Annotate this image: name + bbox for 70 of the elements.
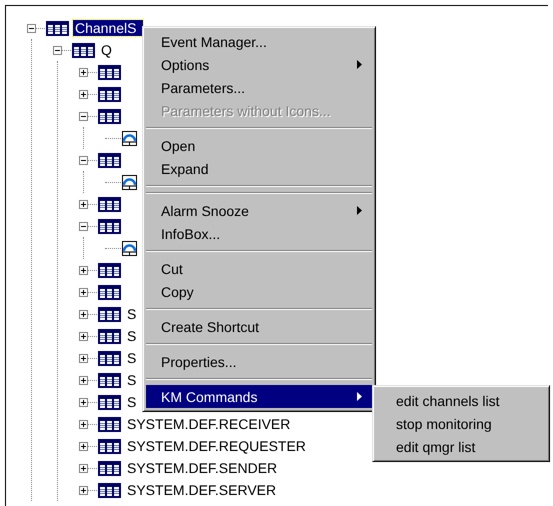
tree-item-label[interactable]: Q — [99, 42, 114, 58]
tree-item-label[interactable]: ChannelS — [73, 20, 142, 36]
tree-item-label[interactable]: SYSTEM.DEF.SENDER — [125, 460, 280, 476]
menu-item[interactable]: Properties... — [146, 350, 372, 373]
table-icon — [72, 42, 95, 58]
expand-icon[interactable] — [79, 266, 88, 274]
tree-item-label[interactable]: SYSTEM.DEF.SERVER — [125, 482, 278, 498]
tree-item-label[interactable]: S — [125, 328, 138, 344]
tree-item-label[interactable]: S — [125, 394, 138, 410]
expand-icon[interactable] — [79, 332, 88, 340]
tree-item-label[interactable]: S — [125, 350, 138, 366]
table-icon — [98, 460, 121, 476]
table-icon — [98, 86, 121, 102]
submenu-arrow-icon — [357, 60, 362, 69]
menu-item[interactable]: edit channels list — [376, 389, 546, 412]
table-icon — [98, 482, 121, 498]
menu-item[interactable]: edit qmgr list — [376, 435, 546, 458]
menu-item[interactable]: Copy — [146, 280, 372, 303]
table-icon — [98, 438, 121, 454]
menu-item[interactable]: Event Manager... — [146, 30, 372, 53]
menu-item[interactable]: stop monitoring — [376, 412, 546, 435]
menu-item[interactable]: Options — [146, 53, 372, 76]
table-icon — [98, 350, 121, 366]
expand-icon[interactable] — [79, 90, 88, 98]
menu-item[interactable]: Alarm Snooze — [146, 199, 372, 222]
expand-icon[interactable] — [79, 420, 88, 428]
menu-item[interactable]: Parameters... — [146, 76, 372, 99]
submenu-arrow-icon — [357, 206, 362, 215]
menu-item[interactable]: InfoBox... — [146, 222, 372, 245]
expand-icon[interactable] — [79, 486, 88, 494]
table-icon — [98, 306, 121, 322]
collapse-icon[interactable] — [79, 222, 88, 230]
tree-item-label[interactable]: S — [125, 306, 138, 322]
table-icon — [98, 416, 121, 432]
expand-icon[interactable] — [79, 68, 88, 76]
table-icon — [98, 284, 121, 300]
expand-icon[interactable] — [79, 442, 88, 450]
expand-icon[interactable] — [79, 354, 88, 362]
table-icon — [98, 394, 121, 410]
table-icon — [98, 64, 121, 80]
menu-item[interactable]: Cut — [146, 257, 372, 280]
tree-item-label[interactable]: SYSTEM.DEF.REQUESTER — [125, 438, 308, 454]
table-icon — [98, 328, 121, 344]
expand-icon[interactable] — [79, 398, 88, 406]
expand-icon[interactable] — [79, 200, 88, 208]
table-icon — [98, 108, 121, 124]
menu-item[interactable]: Open — [146, 134, 372, 157]
table-icon — [98, 372, 121, 388]
gauge-icon — [122, 130, 137, 146]
gauge-icon — [122, 240, 137, 256]
expand-icon[interactable] — [79, 288, 88, 296]
table-icon — [98, 262, 121, 278]
expand-icon[interactable] — [79, 310, 88, 318]
tree-item-label[interactable]: S — [125, 372, 138, 388]
submenu-arrow-icon — [357, 392, 362, 401]
tree-item-label[interactable]: SYSTEM.DEF.RECEIVER — [125, 416, 292, 432]
table-icon — [46, 20, 69, 36]
table-icon — [98, 196, 121, 212]
menu-item[interactable]: KM Commands — [146, 385, 372, 408]
collapse-icon[interactable] — [79, 156, 88, 164]
table-icon — [98, 152, 121, 168]
menu-item[interactable]: Create Shortcut — [146, 315, 372, 338]
expand-icon[interactable] — [79, 376, 88, 384]
expand-icon[interactable] — [79, 464, 88, 472]
menu-item[interactable]: Expand — [146, 157, 372, 180]
collapse-icon[interactable] — [27, 24, 36, 32]
table-icon — [98, 218, 121, 234]
gauge-icon — [122, 174, 137, 190]
collapse-icon[interactable] — [79, 112, 88, 120]
collapse-icon[interactable] — [53, 46, 62, 54]
